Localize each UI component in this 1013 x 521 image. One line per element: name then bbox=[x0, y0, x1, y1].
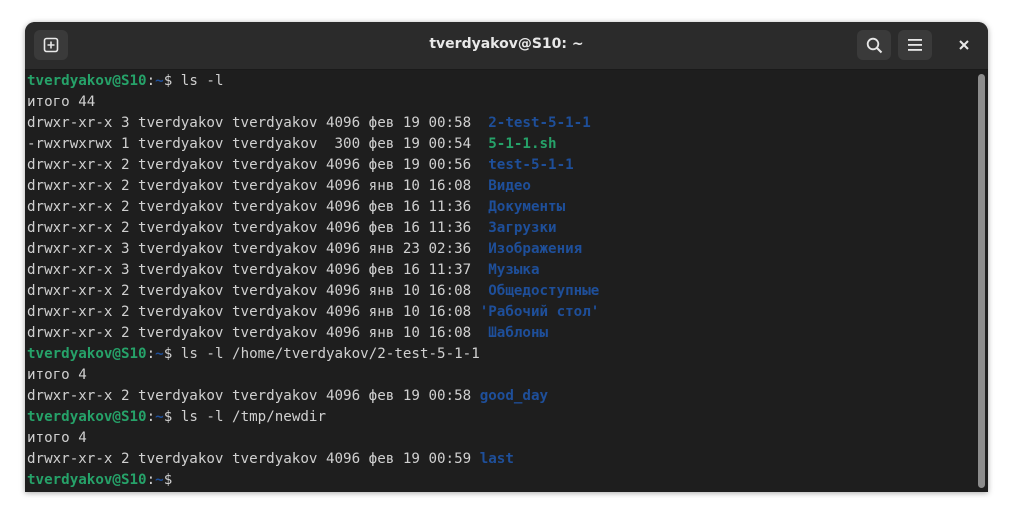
total-line: итого 4 bbox=[27, 367, 87, 383]
listing-row: drwxr-xr-x 2 tverdyakov tverdyakov 4096 … bbox=[27, 451, 514, 467]
hamburger-menu-icon bbox=[908, 39, 922, 51]
prompt-user: tverdyakov@S10 bbox=[27, 73, 147, 89]
listing-row: drwxr-xr-x 3 tverdyakov tverdyakov 4096 … bbox=[27, 115, 591, 131]
close-button[interactable] bbox=[947, 30, 981, 60]
scrollbar-thumb[interactable] bbox=[978, 74, 985, 488]
directory-name: Музыка bbox=[488, 262, 540, 278]
listing-row: drwxr-xr-x 2 tverdyakov tverdyakov 4096 … bbox=[27, 199, 566, 215]
terminal-output[interactable]: tverdyakov@S10:~$ ls -l итого 44 drwxr-xr-… bbox=[27, 71, 971, 490]
listing-row: drwxr-xr-x 2 tverdyakov tverdyakov 4096 … bbox=[27, 304, 600, 320]
search-icon bbox=[866, 37, 882, 53]
listing-row: drwxr-xr-x 2 tverdyakov tverdyakov 4096 … bbox=[27, 157, 574, 173]
menu-button[interactable] bbox=[898, 30, 932, 60]
listing-row: drwxr-xr-x 2 tverdyakov tverdyakov 4096 … bbox=[27, 220, 557, 236]
command-text: ls -l bbox=[180, 73, 224, 89]
listing-row: drwxr-xr-x 2 tverdyakov tverdyakov 4096 … bbox=[27, 178, 531, 194]
directory-name: good_day bbox=[479, 388, 549, 404]
directory-name: Общедоступные bbox=[488, 283, 600, 299]
listing-row: drwxr-xr-x 2 tverdyakov tverdyakov 4096 … bbox=[27, 388, 549, 404]
directory-name: Загрузки bbox=[488, 220, 557, 236]
listing-row: drwxr-xr-x 2 tverdyakov tverdyakov 4096 … bbox=[27, 325, 549, 341]
listing-row: drwxr-xr-x 2 tverdyakov tverdyakov 4096 … bbox=[27, 283, 600, 299]
directory-name: 'Рабочий стол' bbox=[479, 304, 600, 320]
total-line: итого 44 bbox=[27, 94, 96, 110]
prompt-user: tverdyakov@S10 bbox=[27, 346, 147, 362]
prompt-line: tverdyakov@S10:~$ bbox=[27, 472, 181, 488]
prompt-line: tverdyakov@S10:~$ ls -l /tmp/newdir bbox=[27, 409, 326, 425]
listing-row: -rwxrwxrwx 1 tverdyakov tverdyakov 300 ф… bbox=[27, 136, 557, 152]
prompt-user: tverdyakov@S10 bbox=[27, 472, 147, 488]
close-icon bbox=[959, 40, 969, 50]
search-button[interactable] bbox=[857, 30, 891, 60]
prompt-line: tverdyakov@S10:~$ ls -l bbox=[27, 73, 224, 89]
directory-name: Шаблоны bbox=[488, 325, 549, 341]
title-bar: tverdyakov@S10: ~ bbox=[25, 22, 988, 70]
directory-name: Изображения bbox=[488, 241, 583, 257]
prompt-user: tverdyakov@S10 bbox=[27, 409, 147, 425]
directory-name: Документы bbox=[488, 199, 566, 215]
prompt-line: tverdyakov@S10:~$ ls -l /home/tverdyakov… bbox=[27, 346, 480, 362]
directory-name: Видео bbox=[488, 178, 531, 194]
directory-name: 2-test-5-1-1 bbox=[488, 115, 591, 131]
executable-name: 5-1-1.sh bbox=[488, 136, 557, 152]
directory-name: test-5-1-1 bbox=[488, 157, 574, 173]
scrollbar[interactable] bbox=[978, 74, 985, 488]
listing-row: drwxr-xr-x 3 tverdyakov tverdyakov 4096 … bbox=[27, 262, 540, 278]
window-title: tverdyakov@S10: ~ bbox=[429, 36, 584, 52]
directory-name: last bbox=[479, 451, 514, 467]
listing-row: drwxr-xr-x 3 tverdyakov tverdyakov 4096 … bbox=[27, 241, 583, 257]
command-text: ls -l /home/tverdyakov/2-test-5-1-1 bbox=[180, 346, 480, 362]
terminal-window: tverdyakov@S10: ~ tverdyakov@S10:~$ ls -… bbox=[25, 22, 988, 492]
total-line: итого 4 bbox=[27, 430, 87, 446]
listing-block: drwxr-xr-x 3 tverdyakov tverdyakov 4096 … bbox=[27, 113, 971, 344]
command-text: ls -l /tmp/newdir bbox=[180, 409, 326, 425]
